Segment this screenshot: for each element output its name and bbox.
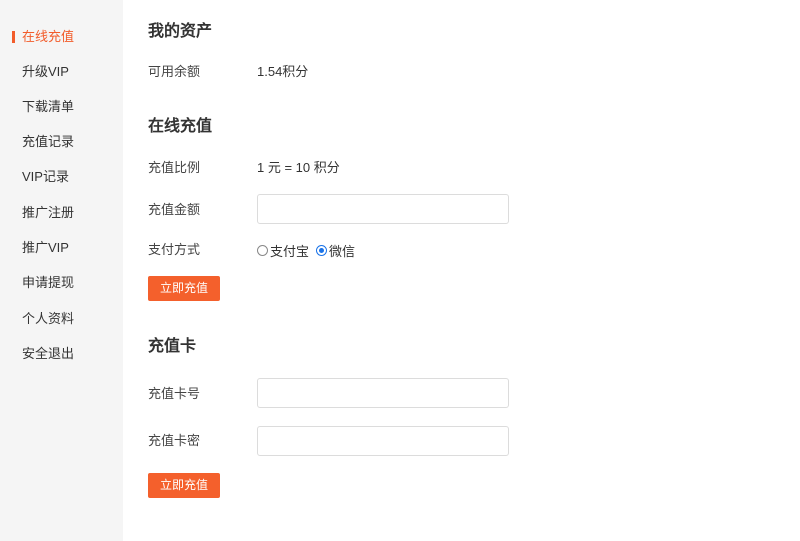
card-submit-button[interactable]: 立即充值 [148,473,220,498]
sidebar-item-upgrade-vip[interactable]: 升级VIP [0,60,123,84]
assets-title: 我的资产 [148,23,213,40]
sidebar-item-withdraw[interactable]: 申请提现 [0,271,123,295]
sidebar-item-vip-records[interactable]: VIP记录 [0,165,123,189]
balance-label: 可用余额 [148,64,201,79]
ratio-label: 充值比例 [148,160,201,175]
sidebar-item-promote-register[interactable]: 推广注册 [0,201,123,225]
recharge-title: 在线充值 [148,118,213,135]
sidebar-item-online-recharge[interactable]: 在线充值 [0,25,123,49]
balance-value: 1.54积分 [257,64,309,79]
card-number-input[interactable] [257,378,509,408]
payment-radio-group: 支付宝 微信 [257,240,362,260]
sidebar-item-logout[interactable]: 安全退出 [0,342,123,366]
ratio-value: 1 元 = 10 积分 [257,160,340,175]
card-password-label: 充值卡密 [148,433,201,448]
card-password-input[interactable] [257,426,509,456]
card-title: 充值卡 [148,338,197,355]
amount-label: 充值金额 [148,202,201,217]
sidebar-item-recharge-records[interactable]: 充值记录 [0,130,123,154]
radio-checked-icon[interactable] [316,244,328,256]
card-number-label: 充值卡号 [148,386,201,401]
recharge-submit-button[interactable]: 立即充值 [148,276,220,301]
payment-option-alipay[interactable]: 支付宝 [257,241,309,260]
sidebar-item-profile[interactable]: 个人资料 [0,307,123,331]
amount-input[interactable] [257,194,509,224]
payment-option-wechat[interactable]: 微信 [316,241,355,260]
sidebar: 在线充值 升级VIP 下载清单 充值记录 VIP记录 推广注册 推广VIP 申请… [0,0,123,541]
radio-unchecked-icon[interactable] [257,244,268,256]
sidebar-item-promote-vip[interactable]: 推广VIP [0,236,123,260]
payment-option-label: 微信 [329,243,356,259]
sidebar-item-download-list[interactable]: 下载清单 [0,95,123,119]
payment-option-label: 支付宝 [270,243,310,259]
payment-label: 支付方式 [148,242,201,257]
main-content: 我的资产 可用余额 1.54积分 在线充值 充值比例 1 元 = 10 积分 充… [123,0,800,541]
